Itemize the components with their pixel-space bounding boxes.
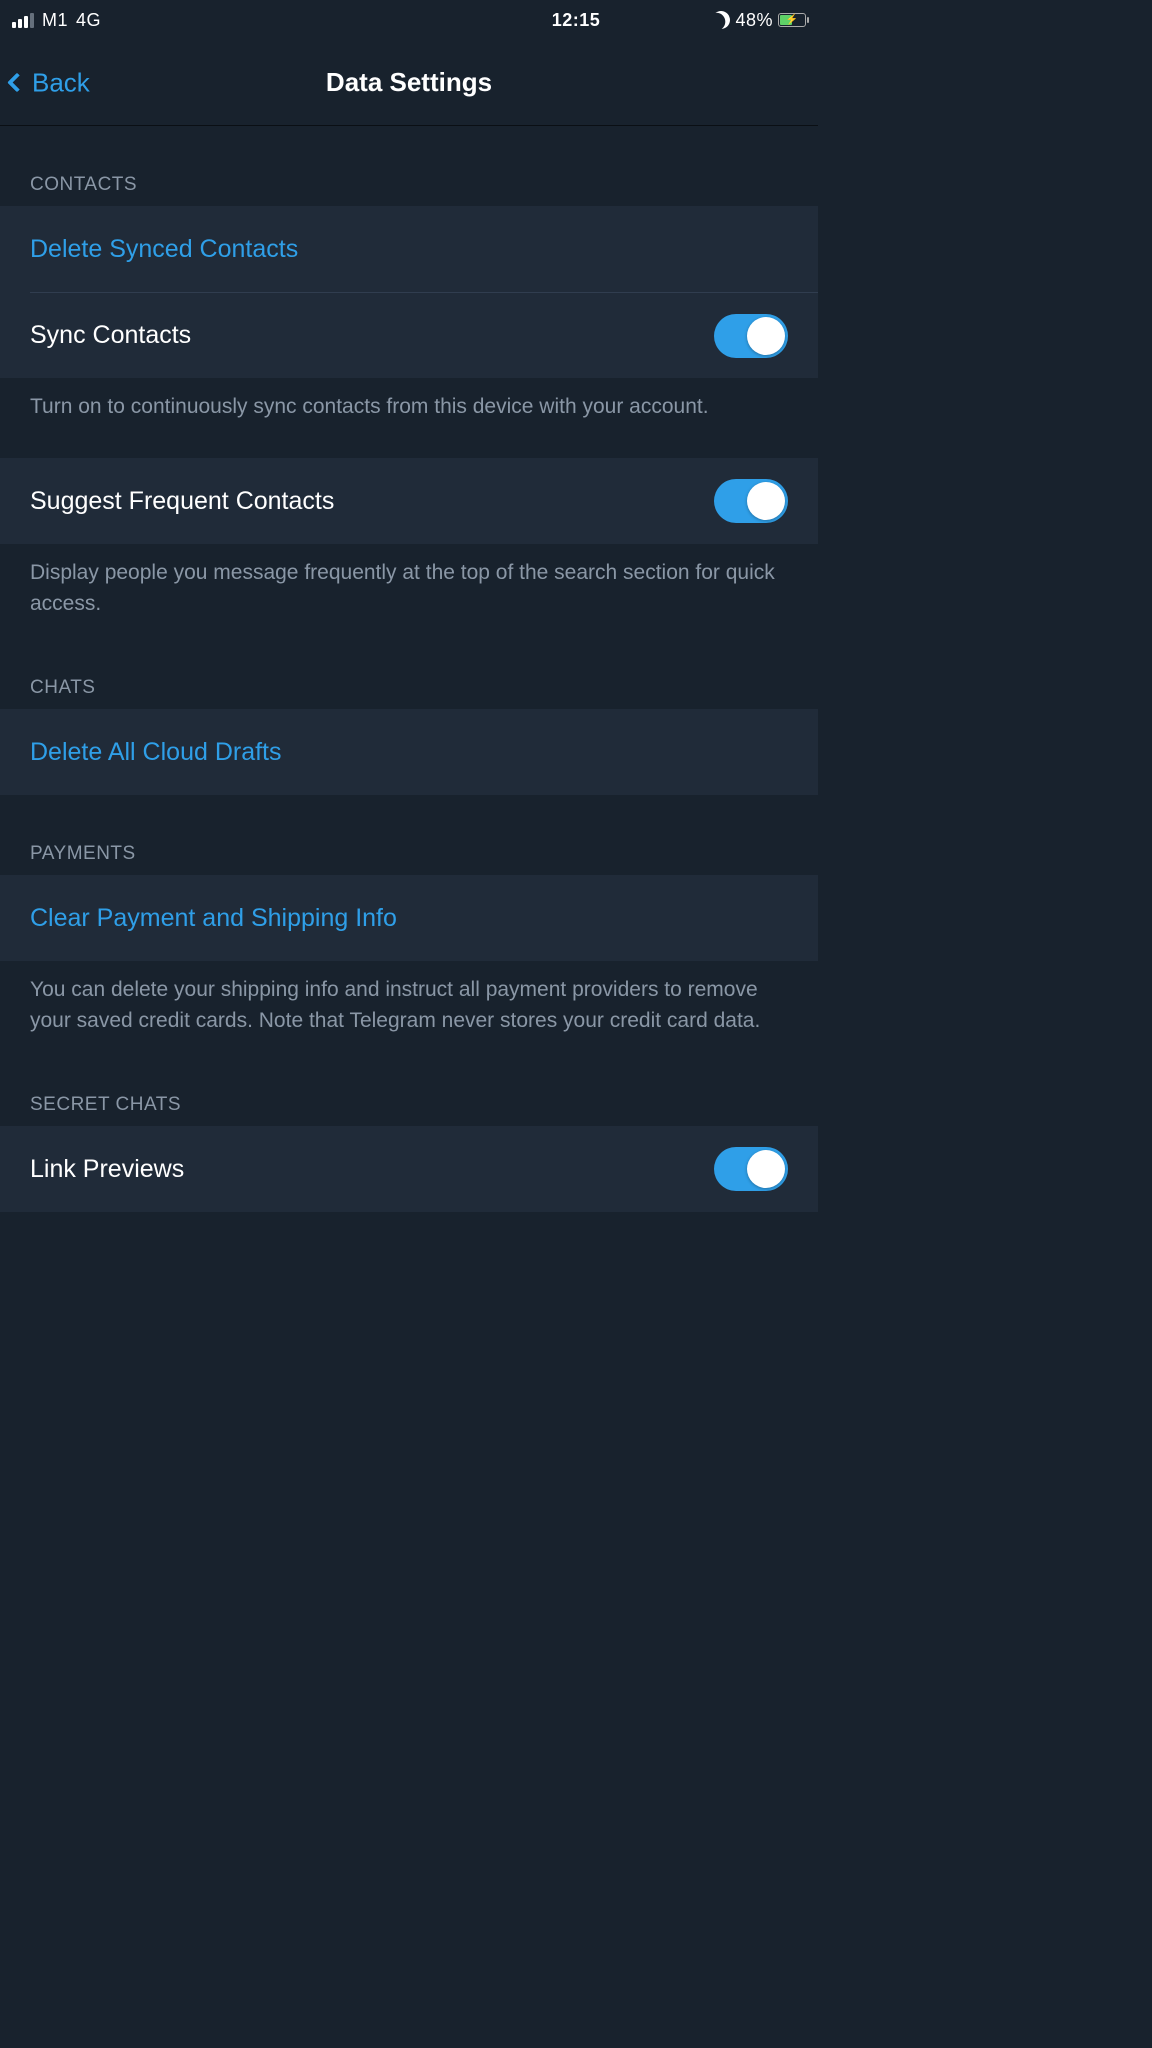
suggest-frequent-contacts-label: Suggest Frequent Contacts — [30, 487, 334, 516]
network-label: 4G — [76, 10, 101, 31]
back-button-label: Back — [32, 67, 90, 98]
sync-contacts-row: Sync Contacts — [30, 292, 818, 378]
back-button[interactable]: Back — [10, 67, 90, 98]
link-previews-row: Link Previews — [0, 1126, 818, 1212]
delete-cloud-drafts-row[interactable]: Delete All Cloud Drafts — [0, 709, 818, 795]
suggest-frequent-contacts-toggle[interactable] — [714, 479, 788, 523]
section-header-contacts: CONTACTS — [0, 126, 818, 206]
clock-label: 12:15 — [552, 10, 601, 31]
clear-payment-info-row[interactable]: Clear Payment and Shipping Info — [0, 875, 818, 961]
battery-icon: ⚡ — [778, 13, 806, 27]
do-not-disturb-icon — [710, 8, 733, 31]
clear-payment-info-label: Clear Payment and Shipping Info — [30, 904, 397, 933]
delete-synced-contacts-label: Delete Synced Contacts — [30, 235, 298, 264]
clear-payment-footer: You can delete your shipping info and in… — [0, 961, 818, 1046]
signal-icon — [12, 13, 34, 28]
chevron-left-icon — [7, 73, 27, 93]
delete-cloud-drafts-label: Delete All Cloud Drafts — [30, 738, 282, 767]
link-previews-toggle[interactable] — [714, 1147, 788, 1191]
settings-content: CONTACTS Delete Synced Contacts Sync Con… — [0, 126, 818, 1456]
nav-bar: Back Data Settings — [0, 40, 818, 126]
section-header-payments: PAYMENTS — [0, 795, 818, 875]
sync-contacts-toggle[interactable] — [714, 314, 788, 358]
link-previews-label: Link Previews — [30, 1155, 184, 1184]
carrier-label: M1 — [42, 10, 68, 31]
suggest-frequent-contacts-row: Suggest Frequent Contacts — [0, 458, 818, 544]
section-header-chats: CHATS — [0, 629, 818, 709]
status-bar: M1 4G 12:15 48% ⚡ — [0, 0, 818, 40]
section-header-secret-chats: SECRET CHATS — [0, 1046, 818, 1126]
sync-contacts-footer: Turn on to continuously sync contacts fr… — [0, 378, 818, 432]
page-title: Data Settings — [326, 67, 492, 98]
battery-percent-label: 48% — [735, 10, 773, 31]
suggest-frequent-footer: Display people you message frequently at… — [0, 544, 818, 629]
sync-contacts-label: Sync Contacts — [30, 321, 191, 350]
delete-synced-contacts-row[interactable]: Delete Synced Contacts — [0, 206, 818, 292]
